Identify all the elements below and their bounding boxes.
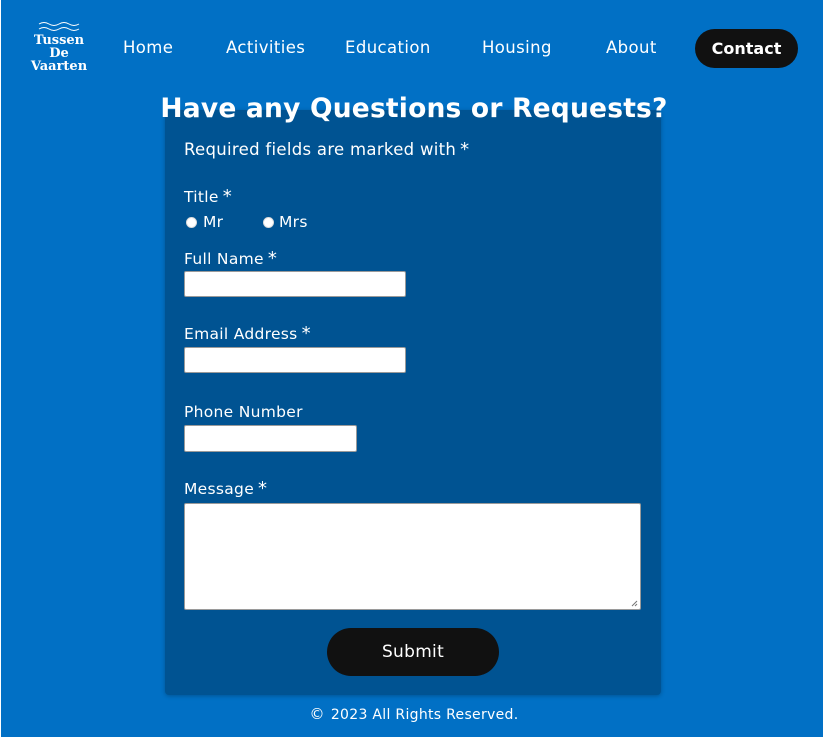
email-input[interactable]: [184, 347, 406, 373]
required-note-text: Required fields are marked with: [184, 140, 457, 159]
radio-mrs[interactable]: [263, 217, 274, 228]
message-asterisk: *: [258, 478, 268, 499]
logo-text-line1: Tussen De: [33, 33, 85, 61]
required-note: Required fields are marked with *: [184, 140, 469, 160]
message-label: Message *: [184, 479, 267, 499]
nav-education[interactable]: Education: [345, 38, 431, 58]
nav-home[interactable]: Home: [123, 38, 173, 58]
radio-mr[interactable]: [186, 217, 197, 228]
footer: © 2023 All Rights Reserved.: [1, 704, 826, 725]
logo-text-line2: Vaarten: [30, 59, 88, 74]
copyright-icon: ©: [309, 705, 325, 723]
waves-icon: [38, 22, 80, 31]
phone-label: Phone Number: [184, 403, 303, 421]
full-name-asterisk: *: [267, 248, 278, 269]
title-label: Title *: [184, 187, 232, 207]
submit-button[interactable]: Submit: [327, 628, 499, 676]
email-label: Email Address *: [184, 324, 311, 344]
message-textarea[interactable]: [184, 503, 641, 610]
nav-about[interactable]: About: [606, 38, 657, 58]
phone-input[interactable]: [184, 425, 357, 452]
resize-grip-icon[interactable]: [631, 600, 638, 607]
page-background: Tussen De Vaarten Home Activities Educat…: [1, 0, 823, 737]
nav-activities[interactable]: Activities: [226, 38, 305, 58]
message-label-text: Message: [184, 480, 255, 498]
email-asterisk: *: [301, 323, 311, 344]
nav-contact-button[interactable]: Contact: [695, 29, 798, 68]
radio-mrs-label[interactable]: Mrs: [279, 212, 308, 232]
email-label-text: Email Address: [184, 325, 298, 343]
full-name-label-text: Full Name: [184, 250, 264, 268]
nav-housing[interactable]: Housing: [482, 38, 552, 58]
title-label-text: Title: [184, 188, 219, 206]
footer-text: 2023 All Rights Reserved.: [330, 707, 519, 723]
full-name-input[interactable]: [184, 271, 406, 297]
title-asterisk: *: [222, 186, 233, 207]
full-name-label: Full Name *: [184, 249, 277, 269]
form-heading-text: Have any Questions or Requests?: [160, 93, 668, 124]
form-heading: Have any Questions or Requests?: [1, 91, 826, 127]
required-asterisk: *: [460, 139, 470, 160]
radio-mr-label[interactable]: Mr: [203, 212, 223, 232]
site-logo[interactable]: Tussen De Vaarten: [23, 20, 95, 73]
